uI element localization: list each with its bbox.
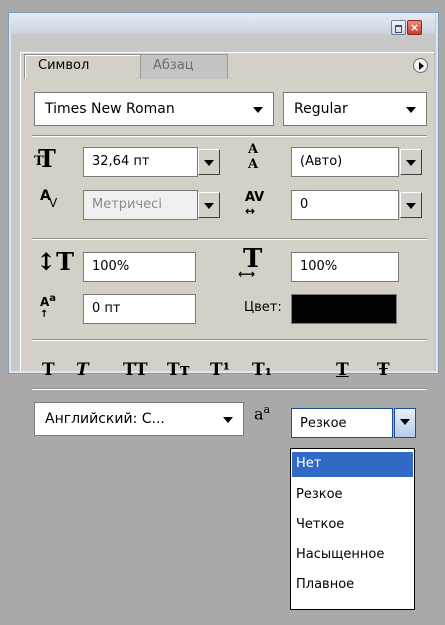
option-strong[interactable]: Насыщенное — [292, 543, 413, 568]
all-caps-button[interactable]: TT — [123, 360, 148, 380]
horizontal-scale-value: 100% — [300, 259, 338, 274]
horizontal-scale-arrow-icon: ⟷ — [238, 267, 256, 281]
antialias-icon: aa — [254, 403, 271, 424]
faux-italic-button[interactable]: T — [76, 360, 89, 380]
leading-value: (Авто) — [300, 154, 343, 169]
font-style-value: Regular — [294, 101, 348, 117]
faux-bold-button[interactable]: T — [42, 360, 55, 380]
tab-paragraph[interactable]: Абзац — [140, 54, 228, 79]
baseline-shift-arrow-icon: ↑ — [40, 309, 49, 320]
horizontal-scale-field[interactable]: 100% — [291, 252, 399, 282]
leading-icon-lower: A — [248, 157, 259, 172]
color-label: Цвет: — [244, 300, 282, 315]
font-size-value: 32,64 пт — [92, 154, 150, 169]
font-size-icon-small: T — [34, 154, 44, 169]
panel-menu-arrow-icon[interactable] — [413, 58, 428, 73]
font-family-value: Times New Roman — [45, 101, 175, 117]
font-size-dropdown-button[interactable] — [198, 149, 220, 175]
antialias-value: Резкое — [300, 416, 347, 431]
font-size-field[interactable]: 32,64 пт — [83, 147, 198, 177]
tracking-icon: AV — [245, 190, 265, 205]
kerning-field[interactable]: Метричесі — [83, 190, 198, 220]
chevron-down-icon — [253, 107, 263, 113]
chevron-down-icon — [223, 417, 233, 423]
close-button[interactable]: × — [407, 20, 422, 35]
divider — [32, 388, 427, 390]
option-smooth[interactable]: Плавное — [292, 573, 413, 598]
kerning-value: Метричесі — [92, 197, 162, 212]
language-select[interactable]: Английский: С... — [34, 402, 244, 436]
option-sharp[interactable]: Резкое — [292, 483, 413, 508]
antialias-dropdown-button[interactable] — [394, 408, 416, 438]
leading-field[interactable]: (Авто) — [291, 147, 399, 177]
vertical-scale-value: 100% — [92, 259, 130, 274]
baseline-shift-icon: Aa — [40, 293, 57, 309]
antialias-select[interactable]: Резкое — [291, 408, 393, 438]
superscript-button[interactable]: T¹ — [210, 360, 230, 380]
tracking-field[interactable]: 0 — [291, 190, 399, 220]
subscript-button[interactable]: T₁ — [252, 360, 272, 380]
language-value: Английский: С... — [45, 411, 165, 427]
tab-character-label: Символ — [38, 58, 90, 73]
kerning-icon-v: V — [49, 196, 58, 210]
option-crisp[interactable]: Четкое — [292, 513, 413, 538]
antialias-options-list: Нет Резкое Четкое Насыщенное Плавное — [290, 448, 415, 610]
small-caps-button[interactable]: Tт — [167, 360, 190, 380]
color-swatch[interactable] — [291, 294, 397, 324]
divider — [32, 339, 427, 341]
strikethrough-button[interactable]: Ŧ — [377, 360, 390, 380]
baseline-shift-field[interactable]: 0 пт — [83, 294, 196, 324]
tab-paragraph-label: Абзац — [153, 58, 194, 73]
chevron-down-icon — [406, 107, 416, 113]
leading-icon: A — [248, 142, 259, 157]
minimize-button[interactable] — [391, 20, 406, 35]
tracking-value: 0 — [300, 197, 309, 212]
divider — [32, 135, 427, 137]
font-family-select[interactable]: Times New Roman — [34, 92, 274, 126]
tracking-arrow-icon: ↔ — [245, 204, 256, 218]
underline-button[interactable]: T — [336, 360, 349, 380]
tab-character[interactable]: Символ — [24, 54, 146, 79]
option-none[interactable]: Нет — [292, 452, 413, 477]
font-style-select[interactable]: Regular — [283, 92, 427, 126]
vertical-scale-icon: ↕T — [36, 247, 74, 276]
window-titlebar[interactable] — [10, 14, 435, 34]
baseline-shift-value: 0 пт — [92, 301, 121, 316]
leading-dropdown-button[interactable] — [400, 149, 422, 175]
kerning-dropdown-button[interactable] — [198, 192, 220, 218]
divider — [32, 238, 427, 240]
tracking-dropdown-button[interactable] — [400, 192, 422, 218]
vertical-scale-field[interactable]: 100% — [83, 252, 196, 282]
